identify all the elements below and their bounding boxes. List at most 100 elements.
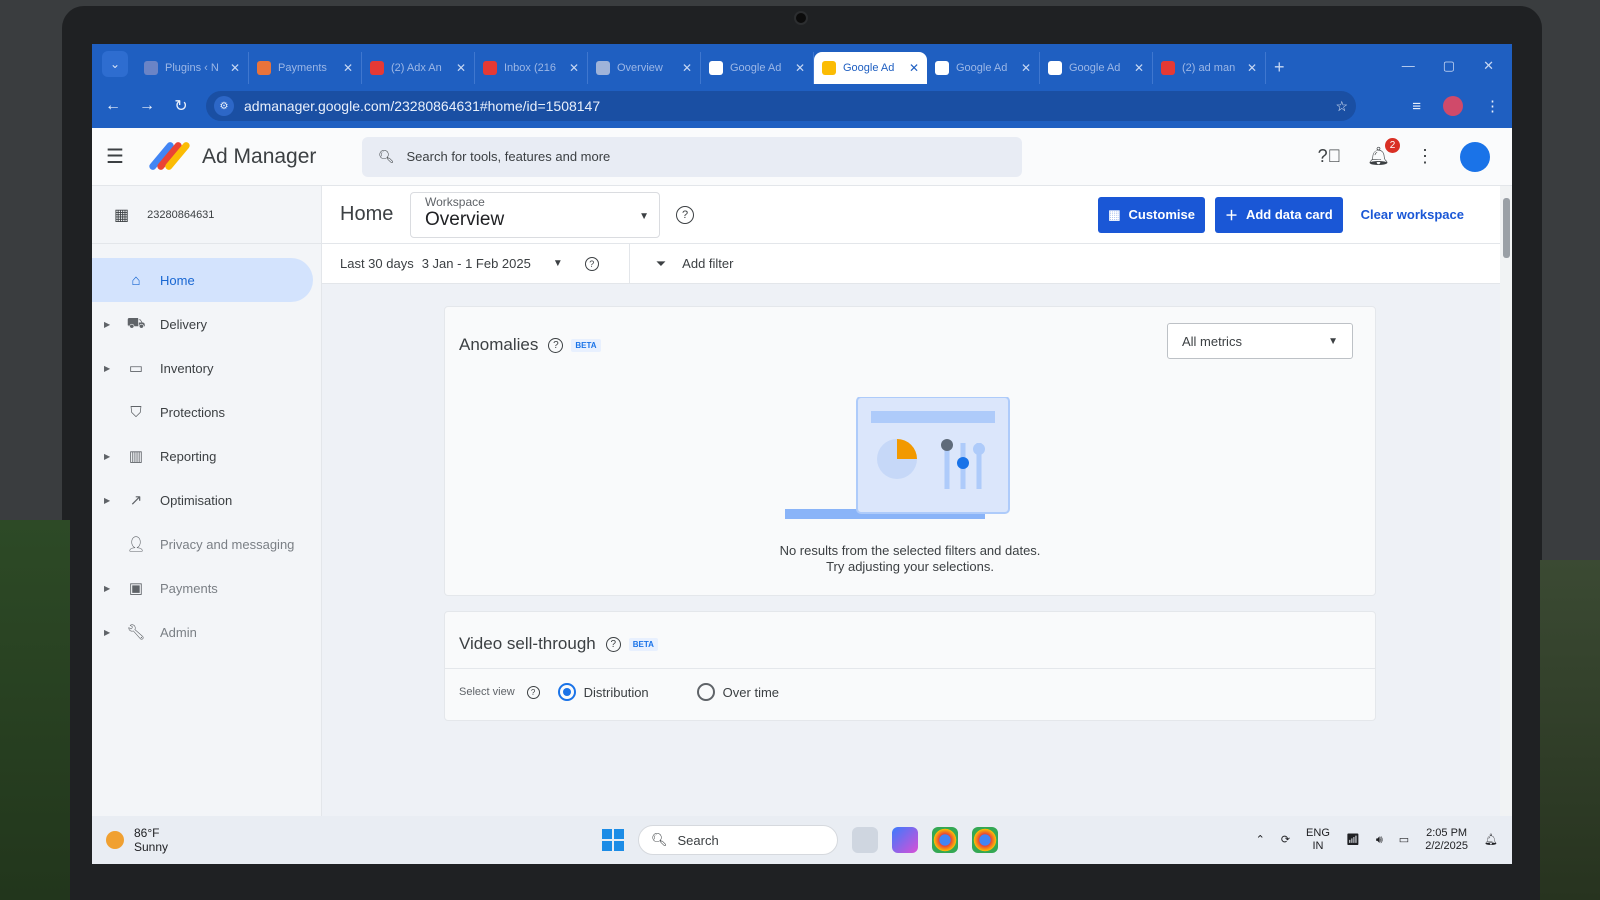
sidebar-item-reporting[interactable]: ▶ ▥ Reporting bbox=[92, 434, 313, 478]
browser-tab[interactable]: Google Ad ✕ bbox=[1040, 52, 1153, 84]
sidebar-item-home[interactable]: ⌂ Home bbox=[92, 258, 313, 302]
bookmark-star-icon[interactable]: ☆ bbox=[1335, 98, 1348, 115]
close-tab-icon[interactable]: ✕ bbox=[343, 61, 353, 75]
sidebar-item-admin[interactable]: ▶ 🔧︎ Admin bbox=[92, 610, 313, 654]
sidebar-item-payments[interactable]: ▶ ▣ Payments bbox=[92, 566, 313, 610]
anomalies-help-icon[interactable]: ? bbox=[548, 337, 564, 353]
battery-icon[interactable]: ▭ bbox=[1399, 834, 1409, 847]
beta-badge: BETA bbox=[628, 637, 658, 651]
close-window-icon[interactable]: ✕ bbox=[1483, 58, 1494, 74]
date-range-value[interactable]: 3 Jan - 1 Feb 2025 bbox=[422, 256, 531, 271]
date-range-chevron-icon[interactable]: ▼ bbox=[553, 258, 563, 269]
address-bar[interactable]: ⚙ admanager.google.com/23280864631#home/… bbox=[206, 91, 1356, 121]
clear-workspace-button[interactable]: Clear workspace bbox=[1353, 207, 1470, 222]
task-view-icon[interactable] bbox=[852, 827, 878, 853]
global-search-input[interactable]: 🔍︎ Search for tools, features and more bbox=[362, 136, 1022, 177]
clock[interactable]: 2:05 PM 2/2/2025 bbox=[1425, 827, 1468, 853]
windows-start-icon[interactable] bbox=[602, 829, 624, 851]
close-tab-icon[interactable]: ✕ bbox=[569, 61, 579, 75]
help-icon[interactable]: ?⃝ bbox=[1318, 146, 1342, 167]
browser-tab[interactable]: Google Ad ✕ bbox=[814, 52, 927, 84]
expand-caret-icon[interactable]: ▶ bbox=[104, 628, 112, 637]
workspace-dropdown[interactable]: Workspace Overview ▼ bbox=[410, 191, 660, 238]
browser-tab[interactable]: Overview ✕ bbox=[588, 52, 701, 84]
add-data-card-button[interactable]: ＋ Add data card bbox=[1214, 196, 1343, 233]
expand-caret-icon[interactable]: ▶ bbox=[104, 320, 112, 329]
notification-center-icon[interactable]: 🔔︎ bbox=[1484, 834, 1498, 847]
language-indicator[interactable]: ENG IN bbox=[1306, 827, 1330, 853]
customise-button[interactable]: ▦ Customise bbox=[1098, 196, 1205, 233]
chevron-up-icon[interactable]: ⌃ bbox=[1256, 834, 1265, 847]
video-card-title: Video sell-through bbox=[459, 634, 596, 653]
browser-tab[interactable]: (2) ad man ✕ bbox=[1153, 52, 1266, 84]
chrome-icon[interactable] bbox=[932, 827, 958, 853]
wrench-icon: 🔧︎ bbox=[126, 624, 146, 641]
forward-icon[interactable]: → bbox=[138, 97, 156, 115]
back-icon[interactable]: ← bbox=[104, 97, 122, 115]
vertical-scrollbar[interactable] bbox=[1500, 186, 1512, 864]
sidebar-item-inventory[interactable]: ▶ ▭ Inventory bbox=[92, 346, 313, 390]
expand-caret-icon[interactable]: ▶ bbox=[104, 496, 112, 505]
close-tab-icon[interactable]: ✕ bbox=[682, 61, 692, 75]
taskbar-search[interactable]: 🔍︎ Search bbox=[638, 825, 838, 855]
sidebar-item-label: Reporting bbox=[160, 448, 217, 464]
notifications-bell-icon[interactable]: 🔔︎ 2 bbox=[1367, 138, 1400, 167]
tab-title: (2) Adx An bbox=[391, 62, 442, 74]
sidebar-item-delivery[interactable]: ▶ ⛟ Delivery bbox=[92, 302, 313, 346]
sidebar-item-privacy-and-messaging[interactable]: 👤︎ Privacy and messaging bbox=[92, 522, 313, 566]
browser-menu-icon[interactable]: ⋮ bbox=[1485, 97, 1500, 115]
expand-caret-icon[interactable]: ▶ bbox=[104, 452, 112, 461]
add-filter-button[interactable]: Add filter bbox=[682, 256, 733, 271]
tab-search-button[interactable]: ⌄ bbox=[102, 51, 128, 77]
region-code: IN bbox=[1312, 840, 1324, 852]
volume-icon[interactable]: 🔊︎ bbox=[1376, 834, 1383, 847]
user-avatar[interactable] bbox=[1460, 141, 1490, 172]
close-tab-icon[interactable]: ✕ bbox=[1021, 61, 1031, 75]
close-tab-icon[interactable]: ✕ bbox=[456, 61, 466, 75]
close-tab-icon[interactable]: ✕ bbox=[230, 61, 240, 75]
weather-widget[interactable]: 86°F Sunny bbox=[106, 826, 168, 854]
reload-icon[interactable]: ↻ bbox=[172, 96, 190, 116]
browser-tab[interactable]: Inbox (216 ✕ bbox=[475, 52, 588, 84]
select-view-help-icon[interactable]: ? bbox=[526, 685, 540, 699]
browser-tab[interactable]: Payments ✕ bbox=[249, 52, 362, 84]
sidebar-item-optimisation[interactable]: ▶ ↗ Optimisation bbox=[92, 478, 313, 522]
distribution-radio[interactable] bbox=[557, 683, 576, 701]
maximize-icon[interactable]: ▢ bbox=[1443, 58, 1455, 74]
sidebar-item-protections[interactable]: ⛉ Protections bbox=[92, 390, 313, 434]
close-tab-icon[interactable]: ✕ bbox=[909, 61, 919, 75]
workspace-help-icon[interactable]: ? bbox=[676, 205, 694, 224]
copilot-icon[interactable] bbox=[892, 827, 918, 853]
over-time-radio[interactable] bbox=[696, 683, 715, 701]
sync-icon[interactable]: ⟳ bbox=[1281, 834, 1290, 847]
wifi-icon[interactable]: 📶︎ bbox=[1346, 834, 1360, 847]
browser-toolbar: ← → ↻ ⚙ admanager.google.com/23280864631… bbox=[92, 84, 1512, 128]
minimize-icon[interactable]: — bbox=[1402, 58, 1415, 74]
close-tab-icon[interactable]: ✕ bbox=[795, 61, 805, 75]
sidebar-item-label: Admin bbox=[160, 624, 197, 640]
network-selector[interactable]: ▦ 23280864631 bbox=[92, 186, 321, 244]
browser-tab-strip: ⌄ Plugins ‹ N ✕ Payments ✕ (2) Adx An ✕ Inbox … bbox=[92, 44, 1512, 84]
more-options-icon[interactable]: ⋮ bbox=[1416, 146, 1434, 167]
browser-tab[interactable]: Google Ad ✕ bbox=[701, 52, 814, 84]
close-tab-icon[interactable]: ✕ bbox=[1247, 61, 1257, 75]
screen: ⌄ Plugins ‹ N ✕ Payments ✕ (2) Adx An ✕ Inbox … bbox=[92, 44, 1512, 864]
browser-tab[interactable]: Google Ad ✕ bbox=[927, 52, 1040, 84]
browser-profile-avatar[interactable] bbox=[1443, 96, 1463, 116]
reading-list-icon[interactable]: ≡ bbox=[1412, 98, 1421, 115]
metrics-select[interactable]: All metrics ▼ bbox=[1167, 323, 1353, 359]
new-tab-button[interactable]: + bbox=[1274, 57, 1285, 78]
filter-icon[interactable]: ⏷ bbox=[656, 256, 666, 272]
date-help-icon[interactable]: ? bbox=[584, 256, 599, 271]
chrome-profile-icon[interactable] bbox=[972, 827, 998, 853]
expand-caret-icon[interactable]: ▶ bbox=[104, 584, 112, 593]
background-grass-left bbox=[0, 520, 70, 900]
video-help-icon[interactable]: ? bbox=[605, 636, 621, 652]
browser-tab[interactable]: Plugins ‹ N ✕ bbox=[136, 52, 249, 84]
site-info-icon[interactable]: ⚙ bbox=[214, 96, 234, 116]
close-tab-icon[interactable]: ✕ bbox=[1134, 61, 1144, 75]
ad-manager-logo bbox=[147, 139, 192, 175]
expand-caret-icon[interactable]: ▶ bbox=[104, 364, 112, 373]
browser-tab[interactable]: (2) Adx An ✕ bbox=[362, 52, 475, 84]
main-menu-icon[interactable]: ☰ bbox=[106, 144, 142, 169]
